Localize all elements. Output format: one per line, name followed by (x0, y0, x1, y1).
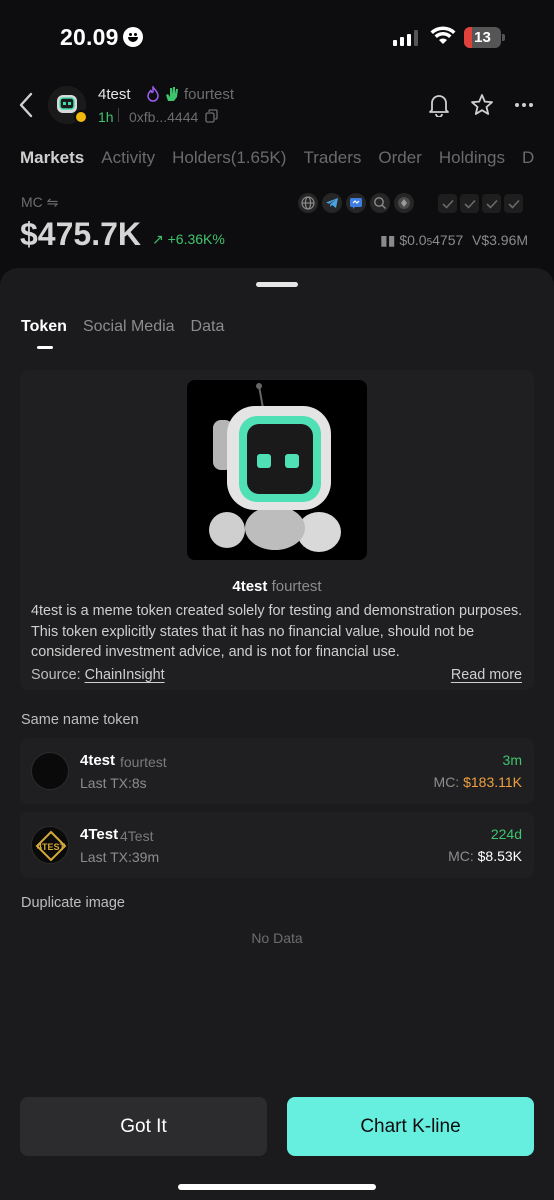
market-cap-label[interactable]: MC ⇋ (21, 194, 58, 211)
same-name-label: Same name token (21, 712, 139, 728)
more-icon[interactable] (514, 102, 534, 108)
read-more-link[interactable]: Read more (451, 667, 522, 683)
svg-text:4TEST: 4TEST (37, 842, 66, 852)
token-price: ▮▮ $0.054757 (380, 232, 464, 248)
contract-address[interactable]: 0xfb...4444 (129, 109, 198, 125)
tab-more[interactable]: D (522, 148, 534, 168)
token-avatar (31, 752, 69, 790)
back-arrow-icon[interactable] (18, 92, 34, 118)
social-links (298, 193, 414, 213)
token-source: Source: ChainInsight (31, 667, 165, 683)
hand-icon (166, 87, 178, 101)
trend-up-icon: ↗ (152, 231, 164, 247)
tab-holdings[interactable]: Holdings (439, 148, 505, 168)
no-data-text: No Data (251, 930, 303, 946)
smiley-icon (122, 27, 143, 47)
clock: 20.09 (60, 24, 143, 51)
chain-icon[interactable] (394, 193, 414, 213)
duplicate-image-label: Duplicate image (21, 895, 125, 911)
token-info-sheet: Token Social Media Data 4test fourtest 4… (0, 268, 554, 1200)
tab-holders[interactable]: Holders(1.65K) (172, 148, 286, 168)
chat-icon[interactable] (346, 193, 366, 213)
source-link[interactable]: ChainInsight (85, 667, 165, 683)
website-icon[interactable] (298, 193, 318, 213)
chart-kline-button[interactable]: Chart K-line (287, 1097, 534, 1156)
tab-data[interactable]: Data (191, 318, 225, 336)
token-age: 3m (502, 752, 522, 768)
sheet-drag-handle[interactable] (256, 282, 298, 287)
fire-icon (147, 86, 159, 102)
tab-traders[interactable]: Traders (303, 148, 361, 168)
tab-token[interactable]: Token (21, 318, 67, 336)
tab-markets[interactable]: Markets (20, 148, 84, 168)
home-indicator[interactable] (178, 1184, 376, 1190)
star-icon[interactable] (470, 93, 494, 117)
token-image (187, 380, 367, 560)
battery-level: 13 (474, 29, 491, 46)
token-header: 4test fourtest 1h 0xfb...4444 (0, 78, 554, 138)
token-card: 4test fourtest 4test is a meme token cre… (20, 370, 534, 690)
battery-icon: 13 (464, 27, 501, 48)
check-icon (482, 194, 501, 213)
token-mc: MC: $8.53K (448, 848, 522, 864)
last-tx: Last TX:39m (80, 849, 160, 865)
check-icon (460, 194, 479, 213)
copy-icon[interactable] (205, 109, 218, 123)
status-bar: 20.09 13 (0, 0, 554, 76)
token-symbol: 4test (80, 752, 116, 769)
bell-icon[interactable] (428, 93, 450, 117)
cellular-signal-icon (393, 30, 418, 46)
token-volume: V$3.96M (472, 232, 529, 248)
sheet-tabs: Token Social Media Data (21, 318, 240, 336)
wifi-icon (430, 26, 456, 44)
token-full-name: fourtest (184, 86, 235, 103)
token-description: 4test is a meme token created solely for… (31, 603, 523, 660)
search-icon[interactable] (370, 193, 390, 213)
tab-order[interactable]: Order (378, 148, 421, 168)
token-name: 4Test (120, 828, 154, 844)
token-symbol: 4Test (80, 826, 119, 843)
tab-indicator (37, 346, 53, 349)
token-mc: MC: $183.11K (433, 774, 522, 790)
last-tx: Last TX:8s (80, 775, 147, 791)
market-cap-value: $475.7K (20, 216, 141, 252)
check-icon (504, 194, 523, 213)
token-avatar: 4TEST (31, 826, 69, 864)
list-item[interactable]: 4test fourtest Last TX:8s 3m MC: $183.11… (20, 738, 534, 804)
token-age: 1h (98, 109, 114, 125)
check-icon (438, 194, 457, 213)
got-it-button[interactable]: Got It (20, 1097, 267, 1156)
list-item[interactable]: 4TEST 4Test 4Test Last TX:39m 224d MC: $… (20, 812, 534, 878)
tab-social-media[interactable]: Social Media (83, 318, 175, 336)
market-cap-change: ↗ +6.36K% (152, 231, 225, 247)
tab-activity[interactable]: Activity (101, 148, 155, 168)
market-tabs: Markets Activity Holders(1.65K) Traders … (20, 148, 551, 168)
token-age: 224d (490, 826, 522, 842)
volume-bars-icon: ▮▮ (380, 232, 396, 248)
token-title: 4test fourtest (232, 578, 322, 595)
telegram-icon[interactable] (322, 193, 342, 213)
security-checks[interactable] (438, 194, 523, 213)
token-symbol: 4test (98, 86, 131, 103)
chain-badge-icon (74, 110, 88, 124)
token-name: fourtest (120, 754, 167, 770)
